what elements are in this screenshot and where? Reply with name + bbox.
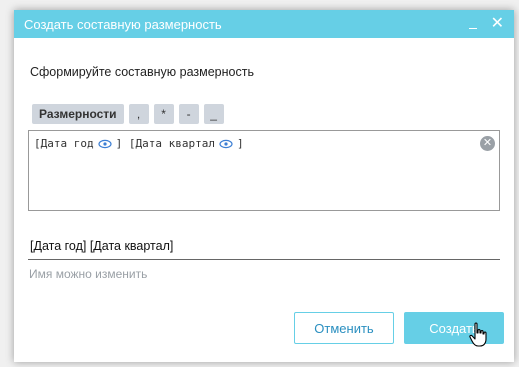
- eye-icon[interactable]: [219, 139, 233, 149]
- hand-cursor-icon: [469, 322, 487, 347]
- close-icon: ✕: [490, 15, 504, 32]
- formula-part-quarter: ] [Дата квартал: [115, 137, 215, 150]
- dialog-titlebar: Создать составную размерность ✕: [14, 10, 514, 38]
- eye-icon[interactable]: [98, 139, 112, 149]
- cancel-button[interactable]: Отменить: [294, 312, 394, 344]
- name-field-underline: [28, 259, 500, 260]
- instruction-text: Сформируйте составную размерность: [30, 65, 254, 79]
- underscore-token-button[interactable]: _: [203, 104, 224, 124]
- name-field[interactable]: [Дата год] [Дата квартал]: [30, 239, 173, 253]
- formula-part-year: [Дата год: [34, 137, 94, 150]
- dimensions-button[interactable]: Размерности: [32, 104, 124, 124]
- dialog-title: Создать составную размерность: [24, 16, 222, 32]
- create-composite-dimension-dialog: Создать составную размерность ✕ Сформиру…: [14, 10, 514, 362]
- formula-content: [Дата год ] [Дата квартал ]: [34, 137, 244, 150]
- dash-token-button[interactable]: -: [178, 104, 199, 124]
- asterisk-token-button[interactable]: *: [153, 104, 174, 124]
- comma-token-button[interactable]: ,: [128, 104, 149, 124]
- formula-part-close: ]: [236, 137, 244, 150]
- close-button[interactable]: ✕: [490, 15, 504, 32]
- formula-editor[interactable]: [Дата год ] [Дата квартал ] ✕: [28, 130, 500, 211]
- name-hint: Имя можно изменить: [29, 267, 148, 281]
- minimize-button[interactable]: [468, 17, 477, 31]
- clear-icon[interactable]: ✕: [480, 136, 495, 151]
- formula-toolbar: Размерности , * - _: [32, 104, 224, 124]
- minimize-icon: [468, 28, 477, 29]
- window-controls: ✕: [468, 15, 504, 32]
